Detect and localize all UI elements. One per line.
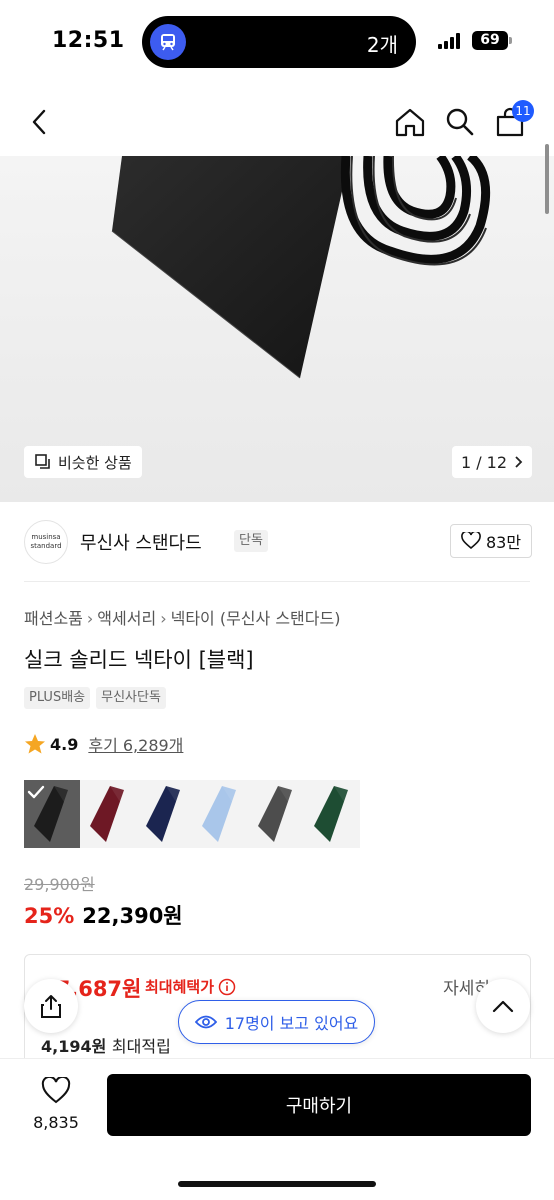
cart-button[interactable]: 11	[488, 100, 534, 144]
tie-swatch-image	[90, 786, 124, 842]
sale-price: 22,390원	[82, 904, 183, 928]
original-price: 29,900원	[24, 875, 95, 894]
wishlist-count: 8,835	[33, 1113, 79, 1132]
heart-icon	[41, 1075, 71, 1104]
top-nav: 11	[0, 90, 554, 154]
color-swatch[interactable]	[192, 780, 248, 848]
island-count: 2개	[366, 33, 398, 57]
dynamic-island[interactable]: 2개	[142, 16, 416, 68]
color-swatch[interactable]	[304, 780, 360, 848]
brand-name[interactable]: 무신사 스탠다드	[80, 529, 202, 555]
similar-label: 비슷한 상품	[58, 453, 132, 472]
brand-likes-count: 83만	[485, 533, 522, 552]
reviews-link[interactable]: 후기 6,289개	[88, 732, 183, 756]
color-swatch[interactable]	[80, 780, 136, 848]
heart-icon	[461, 532, 481, 550]
info-icon[interactable]	[218, 978, 236, 996]
brand-logo[interactable]: musinsa standard	[24, 520, 68, 564]
rating-row: 4.9 후기 6,289개	[24, 732, 183, 756]
cart-badge: 11	[512, 100, 534, 122]
brand-logo-text: standard	[30, 542, 62, 550]
similar-products-button[interactable]: 비슷한 상품	[24, 446, 142, 478]
tie-swatch-image	[314, 786, 348, 842]
breadcrumb: 패션소품 › 액세서리 › 넥타이 (무신사 스탠다드)	[24, 605, 340, 629]
brand-logo-text: musinsa	[31, 533, 61, 541]
battery-icon: 69	[472, 31, 508, 50]
tag-exclusive: 무신사단독	[96, 687, 166, 709]
tie-swatch-image	[202, 786, 236, 842]
back-icon[interactable]	[18, 100, 62, 144]
product-image-carousel[interactable]: 비슷한 상품 1 / 12	[0, 156, 554, 502]
max-benefit-label-text: 최대혜택가	[145, 978, 215, 996]
breadcrumb-item[interactable]: 패션소품	[24, 609, 83, 628]
check-icon	[27, 785, 45, 799]
color-swatch[interactable]	[248, 780, 304, 848]
points-label: 최대적립	[111, 1037, 171, 1056]
wishlist-button[interactable]: 8,835	[26, 1075, 86, 1132]
chevron-right-icon: ›	[86, 609, 94, 628]
tie-swatch-image	[258, 786, 292, 842]
viewers-badge: 17명이 보고 있어요	[178, 1000, 375, 1044]
tie-swatch-image	[146, 786, 180, 842]
tag-plus-delivery: PLUS배송	[24, 687, 91, 709]
status-bar: 12:51 2개 69	[0, 0, 554, 84]
search-icon[interactable]	[438, 100, 482, 144]
bottom-action-bar: 8,835 구매하기	[0, 1058, 554, 1200]
home-icon[interactable]	[388, 100, 432, 144]
battery-tip	[509, 37, 512, 44]
image-page-indicator[interactable]: 1 / 12	[452, 446, 532, 478]
status-time: 12:51	[52, 28, 125, 53]
chevron-right-icon	[515, 456, 523, 468]
color-swatch[interactable]	[24, 780, 80, 848]
eye-icon	[194, 1015, 217, 1029]
divider	[24, 581, 530, 582]
train-icon	[150, 24, 186, 60]
max-points: 4,194원 최대적립	[41, 1033, 171, 1057]
product-title: 실크 솔리드 넥타이 [블랙]	[24, 648, 254, 672]
page-indicator-text: 1 / 12	[460, 452, 508, 472]
star-icon	[25, 734, 45, 754]
breadcrumb-item[interactable]: 액세서리	[97, 609, 156, 628]
scrollbar[interactable]	[545, 144, 549, 214]
chevron-right-icon: ›	[160, 609, 167, 628]
scroll-top-button[interactable]	[476, 979, 530, 1033]
product-tags: PLUS배송 무신사단독	[24, 687, 166, 709]
buy-button[interactable]: 구매하기	[107, 1074, 531, 1136]
breadcrumb-item[interactable]: 넥타이 (무신사 스탠다드)	[171, 609, 341, 628]
chevron-up-icon	[492, 1000, 514, 1013]
share-icon	[41, 995, 61, 1018]
max-benefit-label: 최대혜택가	[145, 976, 236, 997]
color-swatch[interactable]	[136, 780, 192, 848]
share-button[interactable]	[24, 979, 78, 1033]
home-indicator	[178, 1181, 376, 1187]
similar-icon	[35, 454, 50, 469]
brand-like-button[interactable]: 83만	[450, 524, 532, 558]
brand-exclusive-tag: 단독	[234, 530, 268, 552]
points-value: 4,194원	[41, 1037, 107, 1056]
signal-icon	[438, 33, 464, 49]
brand-row: musinsa standard 무신사 스탠다드 단독 83만	[24, 518, 532, 566]
price-row: 25% 22,390원	[24, 900, 183, 930]
color-options	[24, 780, 360, 848]
rating-score: 4.9	[50, 734, 79, 754]
discount-rate: 25%	[24, 904, 75, 928]
viewers-text: 17명이 보고 있어요	[224, 1014, 359, 1033]
